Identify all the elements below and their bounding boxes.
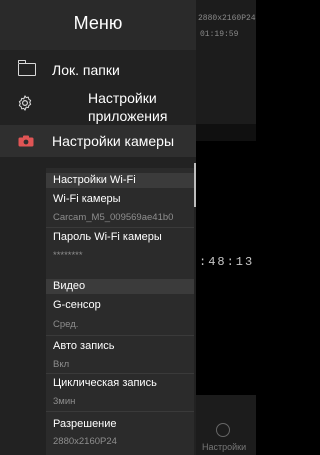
drawer-title: Меню [73, 13, 123, 33]
wifi-password-label[interactable]: Пароль Wi-Fi камеры [53, 231, 162, 243]
navigation-drawer: Меню Лок. папки Настройки приложения Нас… [0, 0, 196, 455]
section-header-label: Видео [53, 280, 86, 292]
wifi-password-value: ******** [53, 250, 83, 261]
wifi-ssid-value: Carcam_M5_009569ae41b0 [53, 212, 174, 223]
resolution-readout: 2880x2160P24 [198, 14, 256, 23]
bottom-settings-button[interactable]: Настройки [202, 442, 246, 452]
divider [46, 227, 194, 228]
resolution-label[interactable]: Разрешение [53, 418, 117, 430]
menu-item-local-folders[interactable]: Лок. папки [0, 55, 196, 85]
wifi-ssid-label[interactable]: Wi-Fi камеры [53, 193, 121, 205]
camera-icon [18, 135, 34, 147]
menu-item-label: Настройки камеры [52, 133, 175, 149]
menu-item-label: Настройки приложения [88, 90, 168, 124]
gsensor-label[interactable]: G-сенсор [53, 299, 101, 311]
section-header-video: Видео [46, 279, 194, 294]
recording-time-readout: 01:19:59 [200, 30, 239, 39]
preview-clock: :48:13 [199, 255, 255, 269]
resolution-value: 2880x2160P24 [53, 436, 117, 447]
menu-item-camera-settings[interactable]: Настройки камеры [0, 125, 196, 157]
loop-recording-label[interactable]: Циклическая запись [53, 377, 157, 389]
autorecord-label[interactable]: Авто запись [53, 340, 115, 352]
divider [46, 411, 194, 412]
scrollbar-thumb[interactable] [194, 163, 196, 207]
gsensor-value: Сред. [53, 319, 79, 330]
folder-icon [17, 60, 36, 76]
settings-icon[interactable] [216, 423, 230, 437]
loop-recording-value: 3мин [53, 396, 76, 407]
gear-icon [18, 95, 32, 111]
section-header-label: Настройки Wi-Fi [53, 174, 136, 186]
section-header-wifi: Настройки Wi-Fi [46, 173, 194, 188]
autorecord-value: Вкл [53, 359, 70, 370]
divider [46, 373, 194, 374]
drawer-header: Меню [0, 0, 196, 50]
menu-item-app-settings[interactable]: Настройки приложения [0, 87, 196, 124]
divider [46, 335, 194, 336]
menu-item-label: Лок. папки [52, 62, 120, 78]
